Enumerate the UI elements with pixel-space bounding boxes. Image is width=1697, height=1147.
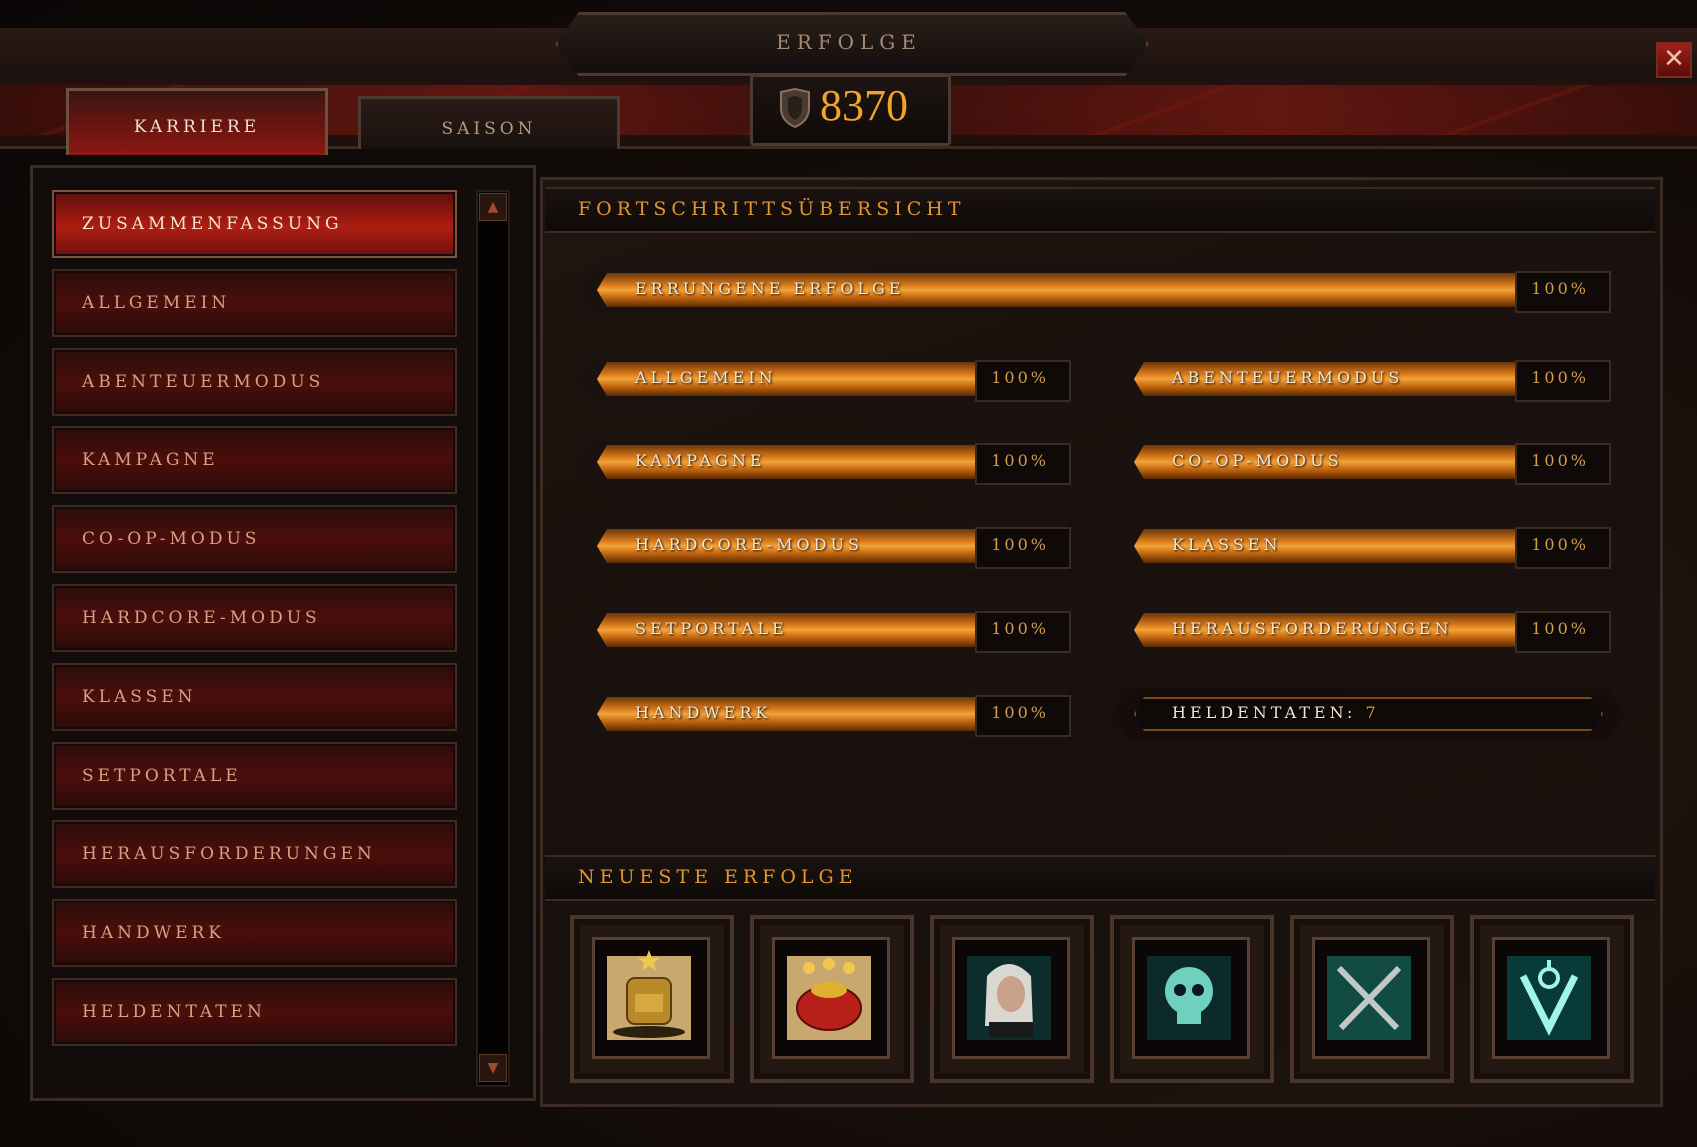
sidebar-item-label: HELDENTATEN	[82, 1001, 266, 1022]
progress-bar-allgemein[interactable]: ALLGEMEIN 100%	[575, 354, 1085, 404]
feats-value: 7	[1365, 703, 1380, 722]
progress-bar-kampagne[interactable]: KAMPAGNE 100%	[575, 437, 1085, 487]
glowing-skull-icon	[1147, 956, 1231, 1040]
sidebar-item-herausforderungen[interactable]: HERAUSFORDERUNGEN	[52, 820, 457, 889]
heldentaten-counter[interactable]: HELDENTATEN: 7	[1112, 689, 1625, 739]
sidebar-item-allgemein[interactable]: ALLGEMEIN	[52, 268, 457, 337]
bar-percent: 100%	[991, 368, 1049, 387]
bar-label: ABENTEUERMODUS	[1172, 368, 1404, 387]
recent-achievement-5[interactable]	[1290, 915, 1454, 1083]
tab-label: KARRIERE	[133, 117, 261, 137]
progress-bar-handwerk[interactable]: HANDWERK 100%	[575, 689, 1085, 739]
crossed-daggers-icon	[1327, 956, 1411, 1040]
bar-label: ERRUNGENE ERFOLGE	[635, 279, 905, 298]
tab-saison[interactable]: SAISON	[358, 96, 620, 149]
shield-icon	[780, 88, 810, 128]
recent-achievement-2[interactable]	[750, 915, 914, 1083]
bar-label: ALLGEMEIN	[635, 368, 777, 387]
close-button[interactable]: ✕	[1656, 42, 1692, 78]
scrollbar[interactable]	[476, 190, 510, 1087]
sidebar-item-kampagne[interactable]: KAMPAGNE	[52, 426, 457, 495]
bar-percent: 100%	[1531, 451, 1589, 470]
sidebar-item-label: ZUSAMMENFASSUNG	[82, 214, 343, 234]
window-title: ERFOLGE	[776, 30, 922, 54]
feats-label: HELDENTATEN:	[1172, 703, 1357, 722]
sidebar-item-abenteuermodus[interactable]: ABENTEUERMODUS	[52, 347, 457, 416]
backpack-stars-icon	[607, 950, 691, 1040]
sidebar-item-co-op-modus[interactable]: CO-OP-MODUS	[52, 505, 457, 574]
white-haired-hero-portrait-icon	[967, 956, 1051, 1040]
section-title: NEUESTE ERFOLGE	[578, 866, 858, 888]
bar-label: HARDCORE-MODUS	[635, 535, 863, 554]
sidebar-item-label: KLASSEN	[82, 686, 197, 707]
achievements-window: ERFOLGE 8370 ✕ KARRIERE SAISON ZUSAMMENF…	[0, 0, 1697, 1147]
sidebar-item-setportale[interactable]: SETPORTALE	[52, 741, 457, 810]
bar-percent: 100%	[991, 451, 1049, 470]
progress-bar-setportale[interactable]: SETPORTALE 100%	[575, 605, 1085, 655]
bar-label: HERAUSFORDERUNGEN	[1172, 619, 1453, 638]
sidebar-item-klassen[interactable]: KLASSEN	[52, 662, 457, 731]
sidebar-item-heldentaten[interactable]: HELDENTATEN	[52, 977, 457, 1046]
bar-percent: 100%	[991, 703, 1049, 722]
sidebar-item-label: HARDCORE-MODUS	[82, 607, 321, 628]
rune-v-icon	[1507, 956, 1591, 1040]
bar-percent: 100%	[1531, 535, 1589, 554]
bar-label: KLASSEN	[1172, 535, 1282, 554]
bar-percent: 100%	[991, 619, 1049, 638]
recent-achievement-1[interactable]	[570, 915, 734, 1083]
sidebar-item-hardcore-modus[interactable]: HARDCORE-MODUS	[52, 583, 457, 652]
bar-percent: 100%	[1531, 279, 1589, 298]
bar-label: SETPORTALE	[635, 619, 788, 638]
bar-label: HELDENTATEN: 7	[1172, 703, 1380, 722]
progress-section-header: FORTSCHRITTSÜBERSICHT	[545, 187, 1655, 233]
progress-bar-hardcore-modus[interactable]: HARDCORE-MODUS 100%	[575, 521, 1085, 571]
scroll-down-button[interactable]: ▼	[479, 1054, 507, 1082]
gold-bag-stars-icon	[787, 956, 871, 1040]
bar-label: CO-OP-MODUS	[1172, 451, 1343, 470]
tab-label: SAISON	[441, 119, 537, 139]
sidebar-item-zusammenfassung[interactable]: ZUSAMMENFASSUNG	[52, 190, 457, 258]
recent-achievement-6[interactable]	[1470, 915, 1634, 1083]
recent-achievement-3[interactable]	[930, 915, 1094, 1083]
recent-achievement-4[interactable]	[1110, 915, 1274, 1083]
sidebar-item-label: ALLGEMEIN	[82, 292, 231, 313]
sidebar-item-label: HERAUSFORDERUNGEN	[82, 844, 376, 865]
section-title: FORTSCHRITTSÜBERSICHT	[578, 198, 966, 220]
tab-karriere[interactable]: KARRIERE	[66, 88, 328, 155]
sidebar-item-label: HANDWERK	[82, 923, 225, 944]
sidebar-item-label: KAMPAGNE	[82, 450, 219, 471]
sidebar-item-label: CO-OP-MODUS	[82, 529, 261, 550]
bar-percent: 100%	[1531, 368, 1589, 387]
progress-bar-klassen[interactable]: KLASSEN 100%	[1112, 521, 1625, 571]
scroll-up-button[interactable]: ▲	[479, 193, 507, 221]
bar-percent: 100%	[991, 535, 1049, 554]
category-list: ZUSAMMENFASSUNG ALLGEMEIN ABENTEUERMODUS…	[52, 190, 457, 1057]
progress-bar-herausforderungen[interactable]: HERAUSFORDERUNGEN 100%	[1112, 605, 1625, 655]
sidebar-item-handwerk[interactable]: HANDWERK	[52, 899, 457, 968]
bar-label: HANDWERK	[635, 703, 772, 722]
progress-bar-co-op-modus[interactable]: CO-OP-MODUS 100%	[1112, 437, 1625, 487]
sidebar-item-label: ABENTEUERMODUS	[82, 371, 325, 392]
progress-bar-overall[interactable]: ERRUNGENE ERFOLGE 100%	[575, 265, 1625, 315]
sidebar-item-label: SETPORTALE	[82, 765, 242, 786]
achievement-score: 8370	[820, 81, 908, 130]
progress-bar-abenteuermodus[interactable]: ABENTEUERMODUS 100%	[1112, 354, 1625, 404]
bar-percent: 100%	[1531, 619, 1589, 638]
bar-label: KAMPAGNE	[635, 451, 766, 470]
recent-section-header: NEUESTE ERFOLGE	[545, 855, 1655, 901]
